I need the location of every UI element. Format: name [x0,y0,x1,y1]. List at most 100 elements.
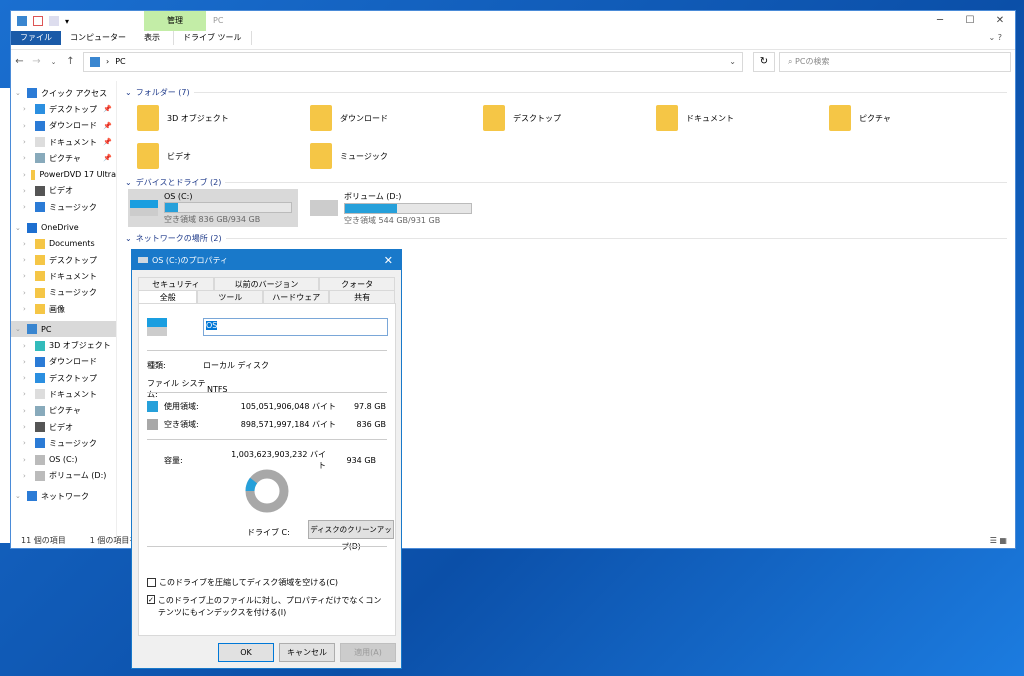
folders-group-header[interactable]: ⌄ フォルダー (7) [125,85,1015,99]
expand-chevron-icon[interactable]: › [23,256,31,264]
nav-item[interactable]: › ドキュメント [11,268,116,284]
tab-view[interactable]: 表示 [135,31,169,45]
expand-chevron-icon[interactable]: › [23,439,31,447]
expand-chevron-icon[interactable]: › [23,240,31,248]
folder-icon [30,169,36,180]
expand-chevron-icon[interactable]: › [23,390,31,398]
nav-item[interactable]: › PowerDVD 17 Ultra [11,166,116,182]
expand-chevron-icon[interactable]: › [23,272,31,280]
maximize-button[interactable]: ☐ [955,11,985,31]
expand-chevron-icon[interactable]: › [23,407,31,415]
nav-item[interactable]: › ミュージック [11,285,116,301]
tab-drive-tools[interactable]: ドライブ ツール [173,31,252,45]
forward-button[interactable]: → [28,56,45,67]
expand-chevron-icon[interactable]: › [23,289,31,297]
expand-ribbon-icon[interactable]: ⌄ ? [980,31,1012,45]
close-button[interactable]: ✕ [985,11,1015,31]
tab-general[interactable]: 全般 [138,290,198,303]
new-folder-icon[interactable] [49,16,59,26]
folder-item[interactable]: デスクトップ [483,99,656,137]
up-button[interactable]: ↑ [62,56,79,67]
nav-item[interactable]: › ドキュメント [11,386,116,402]
nav-item[interactable]: ⌄ OneDrive [11,219,116,235]
nav-item[interactable]: › ボリューム (D:) [11,468,116,484]
breadcrumb-pc[interactable]: PC [115,57,125,66]
nav-item[interactable]: › デスクトップ [11,252,116,268]
index-checkbox[interactable]: ✓ [147,595,155,604]
nav-item[interactable]: › OS (C:) [11,452,116,468]
dialog-close-button[interactable]: ✕ [384,254,393,267]
nav-item[interactable]: › ビデオ [11,419,116,435]
expand-chevron-icon[interactable]: › [23,456,31,464]
expand-chevron-icon[interactable]: ⌄ [15,492,23,500]
nav-item[interactable]: › 3D オブジェクト [11,337,116,353]
expand-chevron-icon[interactable]: ⌄ [15,325,23,333]
tab-quota[interactable]: クォータ [319,277,396,290]
apply-button[interactable]: 適用(A) [340,643,396,662]
refresh-button[interactable]: ↻ [753,51,775,72]
nav-item[interactable]: › ピクチャ [11,403,116,419]
search-input[interactable]: ⌕ PCの検索 [779,51,1011,72]
expand-chevron-icon[interactable]: › [23,342,31,350]
folder-item[interactable]: 3D オブジェクト [137,99,310,137]
tab-hardware[interactable]: ハードウェア [263,290,330,303]
expand-chevron-icon[interactable]: › [23,423,31,431]
back-button[interactable]: ← [11,56,28,67]
tab-file[interactable]: ファイル [11,31,61,45]
network-group-header[interactable]: ⌄ ネットワークの場所 (2) [125,231,1015,245]
expand-chevron-icon[interactable]: › [23,122,31,130]
nav-item[interactable]: › ミュージック [11,199,116,215]
expand-chevron-icon[interactable]: › [23,154,31,162]
navigation-pane[interactable]: ⌄ クイック アクセス › デスクトップ 📌 › ダウンロード 📌 › ドキュメント 📌 › ピクチャ 📌… [11,81,117,536]
compress-checkbox[interactable] [147,578,156,587]
folder-item[interactable]: ピクチャ [829,99,1002,137]
nav-item[interactable]: › ドキュメント 📌 [11,134,116,150]
view-toggle-icons[interactable]: ☰ ▦ [990,534,1007,548]
folder-item[interactable]: ダウンロード [310,99,483,137]
tab-previous-versions[interactable]: 以前のバージョン [213,277,320,290]
folder-item[interactable]: ビデオ [137,137,310,175]
nav-item[interactable]: › ダウンロード [11,354,116,370]
nav-item[interactable]: › ダウンロード 📌 [11,118,116,134]
nav-item[interactable]: › 画像 [11,301,116,317]
drive-item[interactable]: ボリューム (D:) 空き領域 544 GB/931 GB [308,189,478,227]
nav-item[interactable]: ⌄ クイック アクセス [11,85,116,101]
address-dropdown-icon[interactable]: ⌄ [729,57,736,66]
tab-tools[interactable]: ツール [197,290,264,303]
properties-icon[interactable] [33,16,43,26]
expand-chevron-icon[interactable]: › [23,203,31,211]
nav-item[interactable]: ⌄ ネットワーク [11,488,116,504]
drive-item[interactable]: OS (C:) 空き領域 836 GB/934 GB [128,189,298,227]
expand-chevron-icon[interactable]: › [23,105,31,113]
drive-name-input[interactable]: OS [203,318,388,336]
nav-item[interactable]: › ミュージック [11,435,116,451]
address-bar[interactable]: › PC ⌄ [83,51,743,72]
cancel-button[interactable]: キャンセル [279,643,335,662]
expand-chevron-icon[interactable]: › [23,472,31,480]
nav-item[interactable]: ⌄ PC [11,321,116,338]
expand-chevron-icon[interactable]: ⌄ [15,224,23,232]
nav-item[interactable]: › ピクチャ 📌 [11,150,116,166]
nav-item[interactable]: › ビデオ [11,183,116,199]
customize-qat-icon[interactable]: ▾ [65,17,69,26]
expand-chevron-icon[interactable]: › [23,358,31,366]
nav-item[interactable]: › Documents [11,236,116,252]
expand-chevron-icon[interactable]: › [23,305,31,313]
minimize-button[interactable]: ─ [925,11,955,31]
tab-security[interactable]: セキュリティ [138,277,214,290]
drives-group-header[interactable]: ⌄ デバイスとドライブ (2) [125,175,1015,189]
expand-chevron-icon[interactable]: › [23,138,31,146]
expand-chevron-icon[interactable]: ⌄ [15,89,23,97]
recent-locations-button[interactable]: ⌄ [45,58,62,66]
tab-computer[interactable]: コンピューター [61,31,135,45]
expand-chevron-icon[interactable]: › [23,171,27,179]
ok-button[interactable]: OK [218,643,274,662]
expand-chevron-icon[interactable]: › [23,187,31,195]
tab-sharing[interactable]: 共有 [329,290,395,303]
nav-item[interactable]: › デスクトップ 📌 [11,101,116,117]
folder-item[interactable]: ドキュメント [656,99,829,137]
expand-chevron-icon[interactable]: › [23,374,31,382]
disk-cleanup-button[interactable]: ディスクのクリーンアップ(D) [308,520,394,551]
nav-item[interactable]: › デスクトップ [11,370,116,386]
folder-item[interactable]: ミュージック [310,137,483,175]
